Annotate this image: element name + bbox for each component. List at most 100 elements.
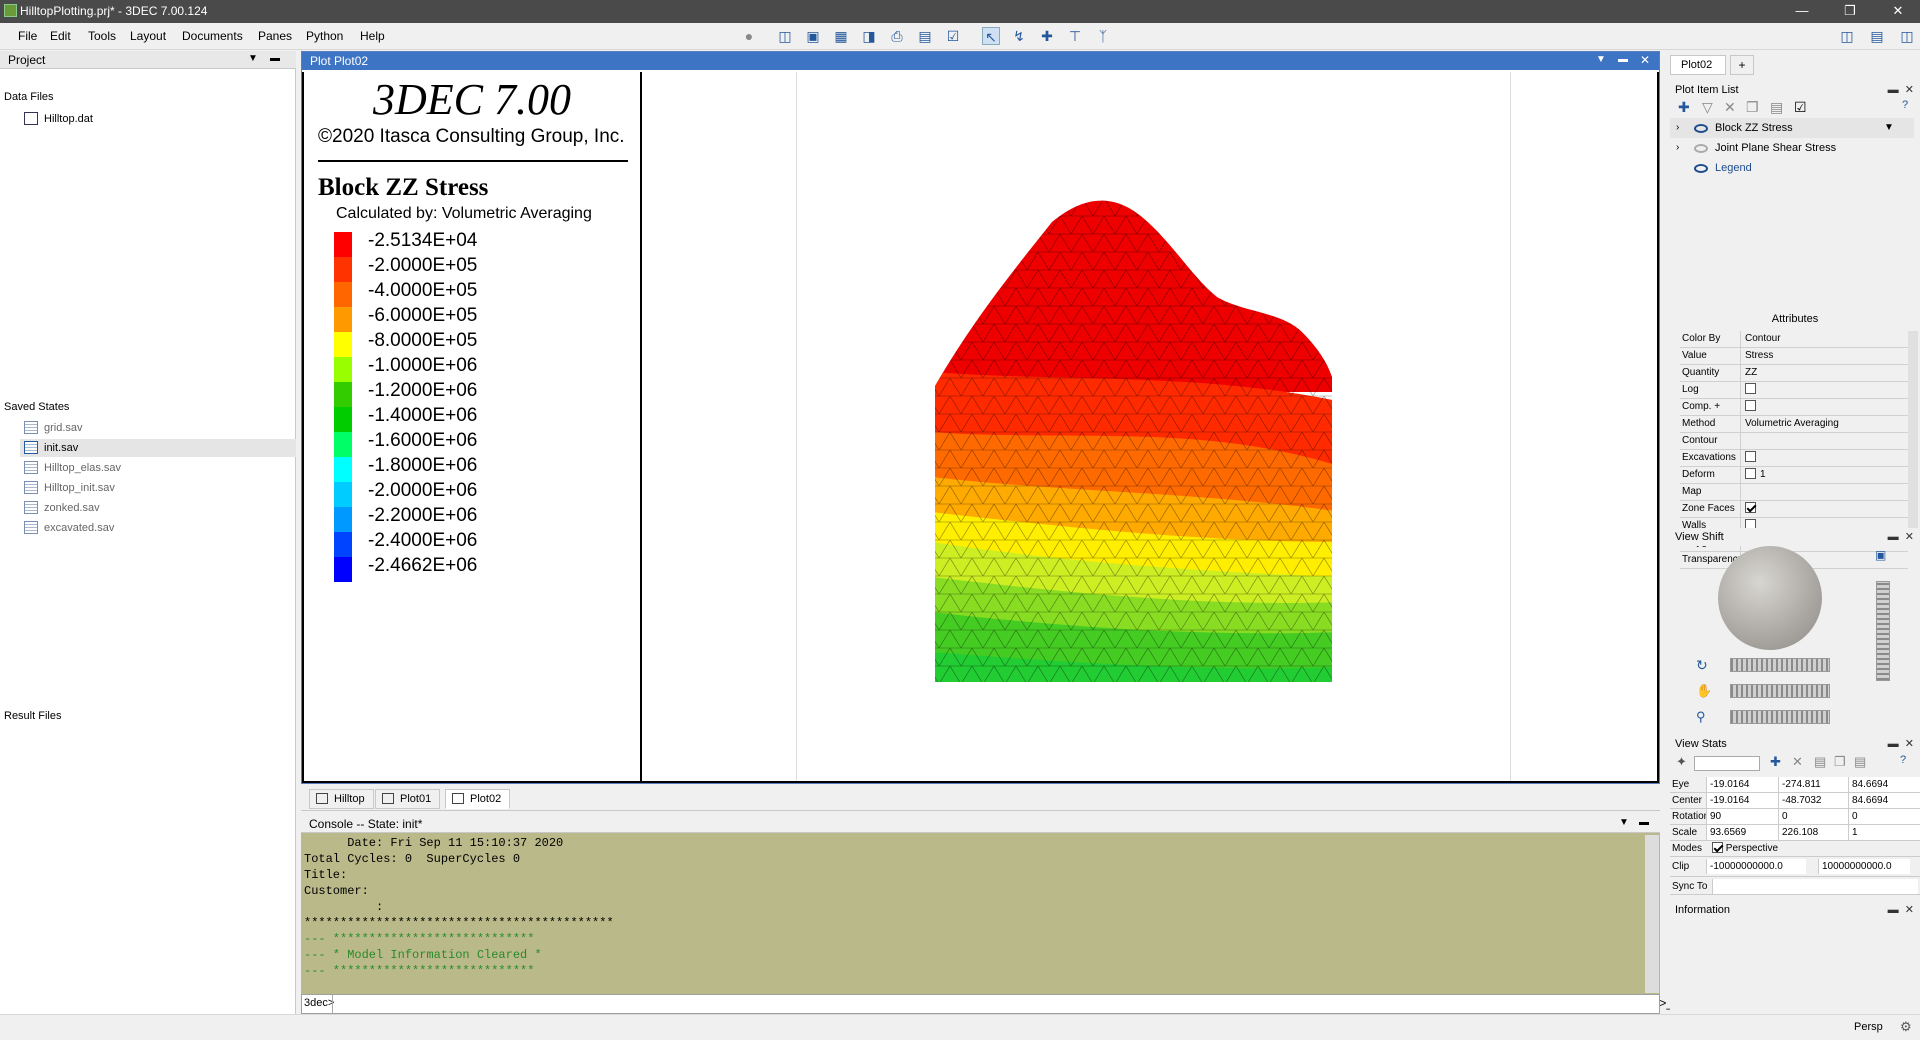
export-icon[interactable]: ▤ bbox=[916, 27, 934, 45]
attribute-value[interactable]: Contour bbox=[1740, 331, 1890, 347]
stat-value[interactable]: 90 bbox=[1706, 809, 1778, 824]
delete-icon[interactable]: ✕ bbox=[1724, 99, 1736, 116]
select-pointer-icon[interactable]: ↖ bbox=[982, 27, 1000, 45]
command-input[interactable]: 3dec> >_ bbox=[301, 994, 1673, 1014]
menu-panes[interactable]: Panes bbox=[258, 29, 292, 43]
tab-hilltop[interactable]: Hilltop bbox=[309, 789, 374, 809]
pane-menu-icon[interactable]: ▼ bbox=[248, 53, 258, 64]
attribute-value[interactable] bbox=[1740, 501, 1890, 517]
sync-to-select[interactable] bbox=[1712, 879, 1918, 894]
attributes-scrollbar[interactable] bbox=[1908, 331, 1918, 531]
tab-plot01[interactable]: Plot01 bbox=[375, 789, 441, 809]
plot-item-legend[interactable]: Legend bbox=[1670, 158, 1914, 178]
visible-eye-icon[interactable] bbox=[1694, 164, 1708, 173]
attribute-value[interactable] bbox=[1740, 450, 1890, 466]
plot-item-joint-shear[interactable]: › Joint Plane Shear Stress bbox=[1670, 138, 1914, 158]
layout-right-icon[interactable]: ◫ bbox=[1898, 27, 1916, 45]
stat-value[interactable]: 84.6694 bbox=[1848, 793, 1920, 808]
attribute-checkbox[interactable] bbox=[1745, 382, 1756, 394]
console-pane[interactable]: Console -- State: init* ▼ ▬ Date: Fri Se… bbox=[301, 815, 1660, 995]
add-item-icon[interactable]: ✚ bbox=[1678, 99, 1690, 116]
stat-value[interactable]: 1 bbox=[1848, 825, 1920, 840]
console-scrollbar[interactable] bbox=[1645, 835, 1659, 993]
attribute-value[interactable] bbox=[1740, 382, 1890, 398]
rotate-slider[interactable] bbox=[1730, 658, 1830, 672]
layout-icon[interactable]: ◨ bbox=[860, 27, 878, 45]
zoom-slider[interactable] bbox=[1730, 710, 1830, 724]
stat-value[interactable]: 93.6569 bbox=[1706, 825, 1778, 840]
print-icon[interactable]: ⎙ bbox=[888, 27, 906, 45]
plot-restore-icon[interactable]: ▬ bbox=[1618, 54, 1628, 65]
filter-icon[interactable]: ▽ bbox=[1702, 99, 1713, 116]
stat-value[interactable]: 0 bbox=[1778, 809, 1848, 824]
menu-help[interactable]: Help bbox=[360, 29, 385, 43]
menu-layout[interactable]: Layout bbox=[130, 29, 166, 43]
saved-state-item[interactable]: excavated.sav bbox=[20, 519, 296, 537]
attribute-row[interactable]: Deform 1 bbox=[1680, 467, 1908, 484]
pane-icon[interactable]: ◫ bbox=[776, 27, 794, 45]
model-viewport[interactable] bbox=[642, 72, 1659, 783]
tab-plot02-control[interactable]: Plot02 bbox=[1670, 55, 1726, 75]
add-tab-button[interactable]: + bbox=[1730, 55, 1754, 75]
stat-value[interactable]: -274.811 bbox=[1778, 777, 1848, 792]
pane-restore-icon[interactable]: ▬ bbox=[270, 53, 280, 64]
perspective-checkbox[interactable] bbox=[1712, 841, 1723, 853]
expand-icon[interactable]: › bbox=[1676, 138, 1679, 158]
stat-value[interactable]: 0 bbox=[1848, 809, 1920, 824]
menu-edit[interactable]: Edit bbox=[50, 29, 71, 43]
saved-state-item-selected[interactable]: init.sav bbox=[20, 439, 296, 457]
plot-close-icon[interactable]: ✕ bbox=[1640, 53, 1650, 67]
sphere-icon[interactable]: ● bbox=[740, 27, 758, 45]
vertical-slider[interactable] bbox=[1876, 581, 1890, 681]
pane-buttons-icon[interactable]: ▬ ✕ bbox=[1888, 901, 1914, 919]
item-dropdown-icon[interactable]: ▼ bbox=[1884, 118, 1894, 138]
hidden-eye-icon[interactable] bbox=[1694, 144, 1708, 153]
stat-value[interactable]: 84.6694 bbox=[1848, 777, 1920, 792]
saved-state-item[interactable]: grid.sav bbox=[20, 419, 296, 437]
saved-state-item[interactable]: zonked.sav bbox=[20, 499, 296, 517]
menu-python[interactable]: Python bbox=[306, 29, 343, 43]
attribute-checkbox[interactable] bbox=[1745, 467, 1756, 479]
attribute-value[interactable] bbox=[1740, 433, 1890, 449]
menu-documents[interactable]: Documents bbox=[182, 29, 243, 43]
close-button[interactable]: ✕ bbox=[1884, 2, 1912, 20]
plot-item-block-zz-stress[interactable]: › Block ZZ Stress ▼ bbox=[1670, 118, 1914, 138]
console-restore-icon[interactable]: ▬ bbox=[1639, 817, 1649, 828]
clip-far-input[interactable]: 10000000000.0 bbox=[1818, 859, 1910, 874]
copy-icon[interactable]: ❐ bbox=[1746, 99, 1759, 116]
attribute-row[interactable]: Color By Contour bbox=[1680, 331, 1908, 348]
attribute-row[interactable]: Excavations bbox=[1680, 450, 1908, 467]
checkbox-icon[interactable]: ☑ bbox=[944, 27, 962, 45]
settings-gear-icon[interactable]: ⚙ bbox=[1900, 1019, 1912, 1035]
pane-buttons-icon[interactable]: ▬ ✕ bbox=[1888, 528, 1914, 546]
attribute-checkbox[interactable] bbox=[1745, 501, 1756, 513]
help-icon[interactable]: ? bbox=[1900, 754, 1906, 766]
view-rotate-sphere[interactable] bbox=[1718, 546, 1822, 650]
attribute-row[interactable]: Method Volumetric Averaging bbox=[1680, 416, 1908, 433]
attribute-row[interactable]: Map bbox=[1680, 484, 1908, 501]
query-icon[interactable]: ↯ bbox=[1010, 27, 1028, 45]
attribute-row[interactable]: Contour bbox=[1680, 433, 1908, 450]
attribute-row[interactable]: Quantity ZZ bbox=[1680, 365, 1908, 382]
axes-icon[interactable]: ᛉ bbox=[1094, 27, 1112, 45]
attribute-row[interactable]: Value Stress bbox=[1680, 348, 1908, 365]
wand-icon[interactable]: ✦ bbox=[1676, 754, 1687, 770]
attribute-row[interactable]: Comp. + bbox=[1680, 399, 1908, 416]
attribute-value[interactable]: Volumetric Averaging bbox=[1740, 416, 1890, 432]
reset-view-icon[interactable]: ▣ bbox=[1875, 548, 1886, 562]
layout-left-icon[interactable]: ◫ bbox=[1838, 27, 1856, 45]
pan-slider[interactable] bbox=[1730, 684, 1830, 698]
copy-view-icon[interactable]: ❐ bbox=[1834, 754, 1846, 770]
tab-plot02[interactable]: Plot02 bbox=[445, 789, 511, 809]
check-icon[interactable]: ☑ bbox=[1794, 99, 1807, 116]
attribute-checkbox[interactable] bbox=[1745, 399, 1756, 411]
save-plot-icon[interactable]: ▦ bbox=[832, 27, 850, 45]
saved-state-item[interactable]: Hilltop_init.sav bbox=[20, 479, 296, 497]
crosshair-icon[interactable]: ✚ bbox=[1038, 27, 1056, 45]
attribute-row[interactable]: Zone Faces bbox=[1680, 501, 1908, 518]
measure-icon[interactable]: ⊤ bbox=[1066, 27, 1084, 45]
layout-center-icon[interactable]: ▤ bbox=[1868, 27, 1886, 45]
stat-value[interactable]: -19.0164 bbox=[1706, 793, 1778, 808]
data-file-item[interactable]: Hilltop.dat bbox=[20, 110, 200, 128]
lock-icon[interactable]: ▤ bbox=[1814, 754, 1826, 770]
